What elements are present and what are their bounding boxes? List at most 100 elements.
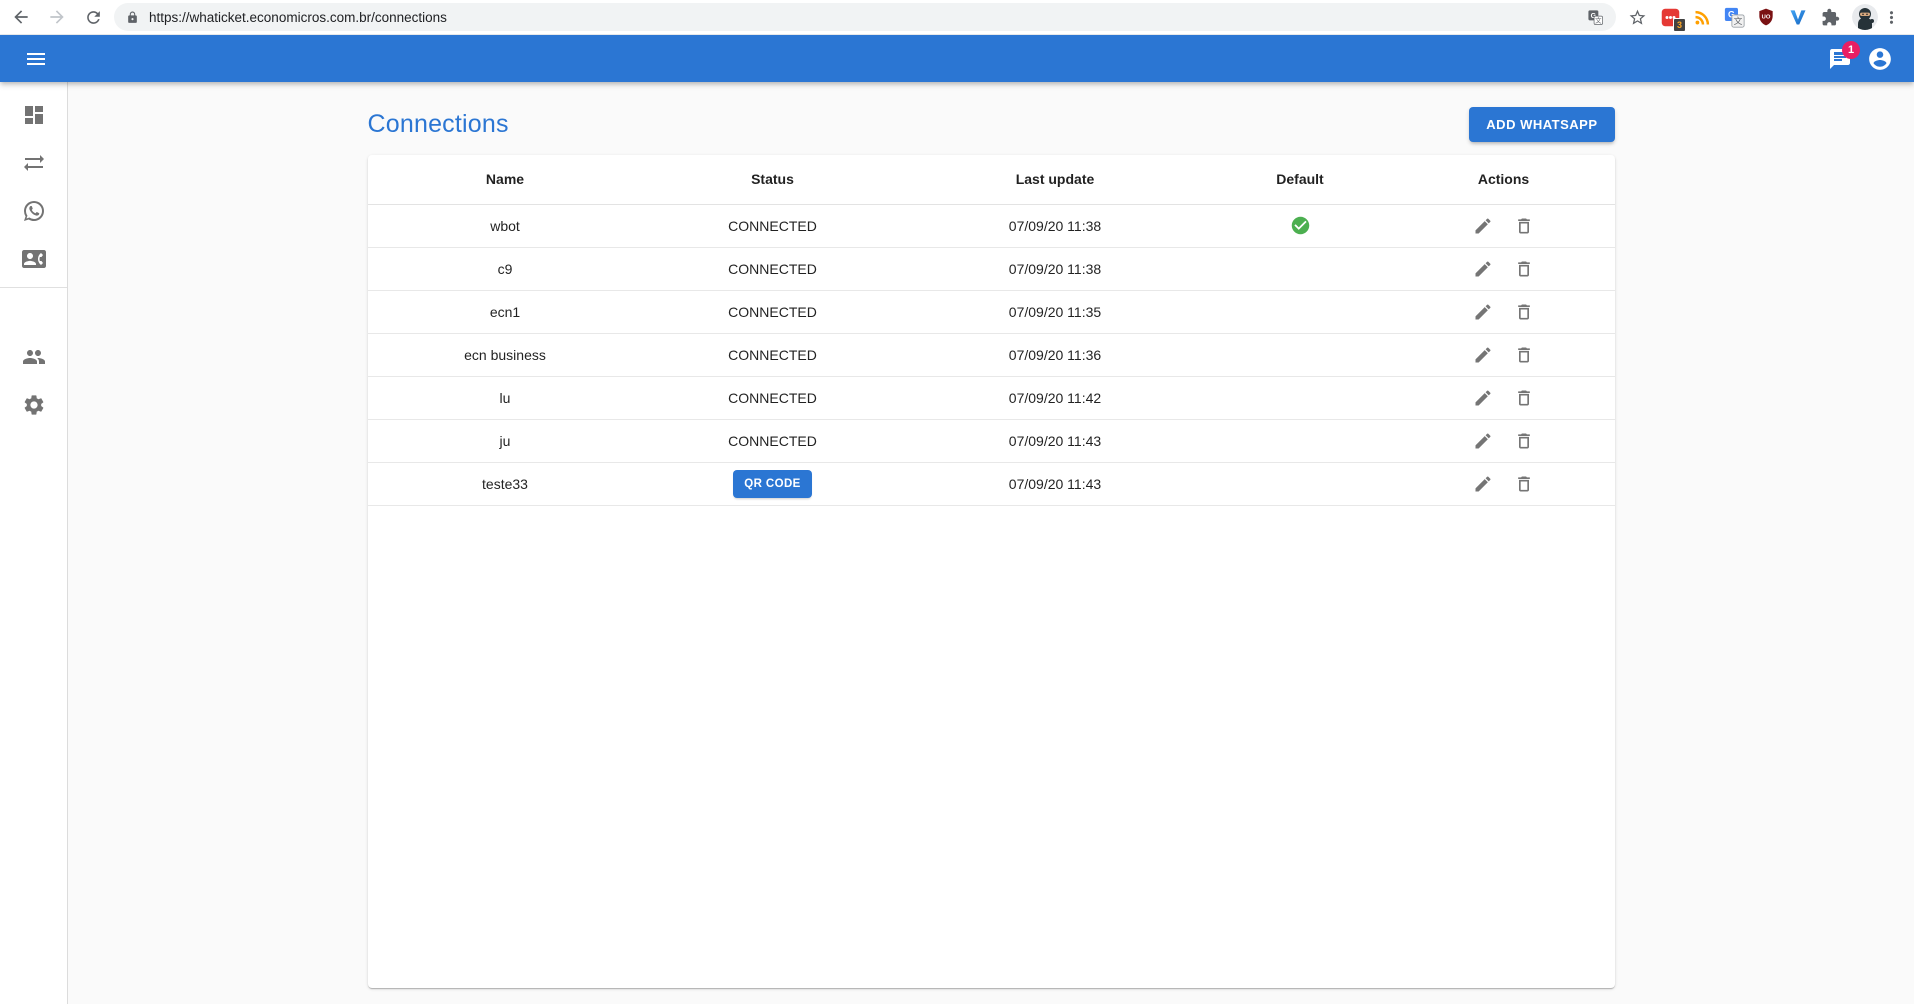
sidebar-item-tickets[interactable] xyxy=(0,187,67,235)
ublock-origin-icon[interactable]: UO xyxy=(1754,4,1778,30)
v-downloader-icon[interactable] xyxy=(1786,4,1810,30)
connections-table: Name Status Last update Default Actions … xyxy=(368,155,1615,506)
column-header-last-update: Last update xyxy=(903,155,1208,204)
cell-name: ju xyxy=(368,419,643,462)
connections-table-card: Name Status Last update Default Actions … xyxy=(368,155,1615,988)
cell-default xyxy=(1208,462,1393,505)
cell-name: wbot xyxy=(368,204,643,247)
cell-actions xyxy=(1393,290,1615,333)
cell-last-update: 07/09/20 11:38 xyxy=(903,247,1208,290)
edit-pencil-icon xyxy=(1473,259,1493,279)
extension-red-icon[interactable]: 3 xyxy=(1658,4,1682,30)
svg-text:UO: UO xyxy=(1762,14,1771,20)
edit-pencil-icon xyxy=(1473,302,1493,322)
dashboard-icon xyxy=(22,103,46,127)
column-header-default: Default xyxy=(1208,155,1393,204)
table-row: ecn business CONNECTED 07/09/20 11:36 xyxy=(368,333,1615,376)
hamburger-menu-button[interactable] xyxy=(16,39,56,79)
notifications-chat-button[interactable]: 1 xyxy=(1820,39,1860,79)
add-whatsapp-button[interactable]: ADD WHATSAPP xyxy=(1469,107,1614,142)
column-header-status: Status xyxy=(643,155,903,204)
extensions-puzzle-icon[interactable] xyxy=(1818,4,1842,30)
people-icon xyxy=(22,345,46,369)
cell-default xyxy=(1208,333,1393,376)
browser-back-button[interactable] xyxy=(8,4,34,30)
delete-trash-icon xyxy=(1514,345,1534,365)
delete-button[interactable] xyxy=(1510,384,1538,412)
delete-trash-icon xyxy=(1514,431,1534,451)
svg-text:文: 文 xyxy=(1595,15,1602,24)
sidebar-item-connections[interactable] xyxy=(0,139,67,187)
sidebar xyxy=(0,82,68,1004)
table-header-row: Name Status Last update Default Actions xyxy=(368,155,1615,204)
edit-button[interactable] xyxy=(1469,427,1497,455)
delete-trash-icon xyxy=(1514,216,1534,236)
delete-button[interactable] xyxy=(1510,255,1538,283)
cell-default xyxy=(1208,290,1393,333)
sidebar-item-dashboard[interactable] xyxy=(0,91,67,139)
extension-badge: 3 xyxy=(1673,18,1686,32)
cell-last-update: 07/09/20 11:38 xyxy=(903,204,1208,247)
cell-last-update: 07/09/20 11:35 xyxy=(903,290,1208,333)
edit-pencil-icon xyxy=(1473,431,1493,451)
edit-button[interactable] xyxy=(1469,255,1497,283)
cell-last-update: 07/09/20 11:43 xyxy=(903,419,1208,462)
delete-trash-icon xyxy=(1514,388,1534,408)
cell-default xyxy=(1208,376,1393,419)
cell-last-update: 07/09/20 11:43 xyxy=(903,462,1208,505)
url-text[interactable]: https://whaticket.economicros.com.br/con… xyxy=(149,10,1587,25)
cell-last-update: 07/09/20 11:36 xyxy=(903,333,1208,376)
cell-status: CONNECTED xyxy=(643,376,903,419)
cell-actions xyxy=(1393,419,1615,462)
edit-button[interactable] xyxy=(1469,384,1497,412)
delete-button[interactable] xyxy=(1510,298,1538,326)
bookmark-star-icon[interactable] xyxy=(1624,4,1650,30)
table-row: c9 CONNECTED 07/09/20 11:38 xyxy=(368,247,1615,290)
edit-pencil-icon xyxy=(1473,345,1493,365)
sidebar-divider xyxy=(0,287,67,288)
cell-name: teste33 xyxy=(368,462,643,505)
edit-pencil-icon xyxy=(1473,388,1493,408)
edit-pencil-icon xyxy=(1473,474,1493,494)
cell-actions xyxy=(1393,247,1615,290)
edit-pencil-icon xyxy=(1473,216,1493,236)
cell-actions xyxy=(1393,204,1615,247)
account-circle-icon xyxy=(1867,46,1893,72)
browser-menu-kebab-icon[interactable] xyxy=(1878,4,1904,30)
edit-button[interactable] xyxy=(1469,341,1497,369)
browser-profile-avatar[interactable] xyxy=(1852,4,1878,30)
address-bar[interactable]: https://whaticket.economicros.com.br/con… xyxy=(114,3,1616,31)
sidebar-item-contacts[interactable] xyxy=(0,235,67,283)
table-row: ecn1 CONNECTED 07/09/20 11:35 xyxy=(368,290,1615,333)
edit-button[interactable] xyxy=(1469,298,1497,326)
delete-button[interactable] xyxy=(1510,470,1538,498)
translate-extension-icon[interactable]: G文 xyxy=(1722,4,1746,30)
column-header-actions: Actions xyxy=(1393,155,1615,204)
cell-name: lu xyxy=(368,376,643,419)
delete-button[interactable] xyxy=(1510,212,1538,240)
cell-name: ecn1 xyxy=(368,290,643,333)
column-header-name: Name xyxy=(368,155,643,204)
browser-toolbar: https://whaticket.economicros.com.br/con… xyxy=(0,0,1914,35)
table-row: lu CONNECTED 07/09/20 11:42 xyxy=(368,376,1615,419)
cell-status: CONNECTED xyxy=(643,290,903,333)
sidebar-item-users[interactable] xyxy=(0,333,67,381)
qr-code-button[interactable]: QR CODE xyxy=(733,470,811,498)
account-menu-button[interactable] xyxy=(1860,39,1900,79)
edit-button[interactable] xyxy=(1469,470,1497,498)
browser-reload-button[interactable] xyxy=(80,4,106,30)
cell-status: CONNECTED xyxy=(643,419,903,462)
translate-page-icon[interactable]: G 文 xyxy=(1587,9,1604,26)
browser-forward-button[interactable] xyxy=(44,4,70,30)
notification-badge: 1 xyxy=(1842,41,1860,59)
rss-extension-icon[interactable] xyxy=(1690,4,1714,30)
cell-status: CONNECTED xyxy=(643,247,903,290)
https-lock-icon[interactable] xyxy=(126,11,139,24)
cell-name: c9 xyxy=(368,247,643,290)
delete-button[interactable] xyxy=(1510,427,1538,455)
main-content: Connections ADD WHATSAPP Name Status Las… xyxy=(68,82,1914,1004)
sidebar-item-settings[interactable] xyxy=(0,381,67,429)
delete-button[interactable] xyxy=(1510,341,1538,369)
edit-button[interactable] xyxy=(1469,212,1497,240)
default-check-icon xyxy=(1290,215,1311,236)
